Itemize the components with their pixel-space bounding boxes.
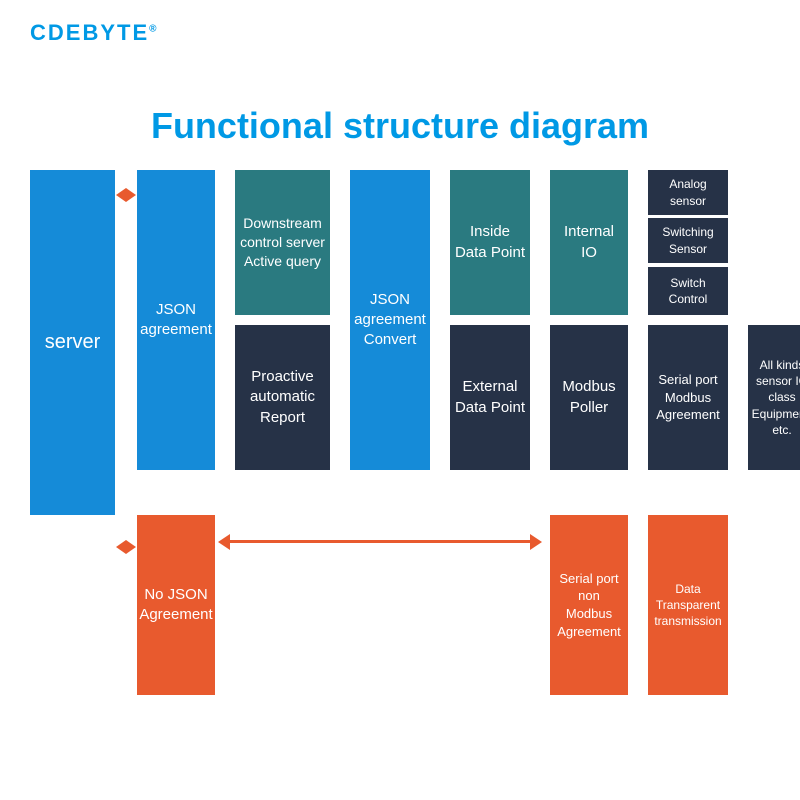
box-inside-dp: Inside Data Point [450, 170, 530, 315]
box-serial-non-modbus: Serial port non Modbus Agreement [550, 515, 628, 695]
box-external-dp: External Data Point [450, 325, 530, 470]
box-server: server [30, 170, 115, 515]
box-switch-control: Switch Control [648, 267, 728, 315]
arrow-icon [115, 188, 137, 202]
arrow-icon [215, 186, 235, 200]
arrow-icon [628, 278, 648, 292]
long-arrow-icon [230, 540, 530, 543]
box-json-convert: JSON agreement Convert [350, 170, 430, 470]
arrow-icon [330, 186, 350, 200]
box-json-agreement: JSON agreement [137, 170, 215, 470]
box-downstream: Downstream control server Active query [235, 170, 330, 315]
arrow-icon [215, 450, 235, 464]
box-analog: Analog sensor [648, 170, 728, 215]
box-no-json: No JSON Agreement [137, 515, 215, 695]
box-serial-modbus: Serial port Modbus Agreement [648, 325, 728, 470]
arrow-icon [430, 186, 450, 200]
logo-text: CDEBYTE [30, 20, 149, 45]
arrow-icon [530, 186, 550, 200]
arrow-icon [330, 450, 350, 464]
box-proactive: Proactive automatic Report [235, 325, 330, 470]
box-modbus-poller: Modbus Poller [550, 325, 628, 470]
arrow-icon [628, 530, 648, 544]
arrow-icon [628, 180, 648, 194]
box-switching: Switching Sensor [648, 218, 728, 263]
box-internal-io: Internal IO [550, 170, 628, 315]
arrow-icon [430, 450, 450, 464]
box-all-kinds: All kinds sensor IO class Equipment, etc… [748, 325, 800, 470]
arrow-icon [115, 540, 137, 554]
brand-logo: CDEBYTE® [30, 20, 159, 46]
diagram-container: server JSON agreement Downstream control… [30, 170, 770, 700]
diagram-title: Functional structure diagram [0, 105, 800, 147]
arrow-icon [728, 390, 748, 404]
box-data-transparent: Data Transparent transmission [648, 515, 728, 695]
